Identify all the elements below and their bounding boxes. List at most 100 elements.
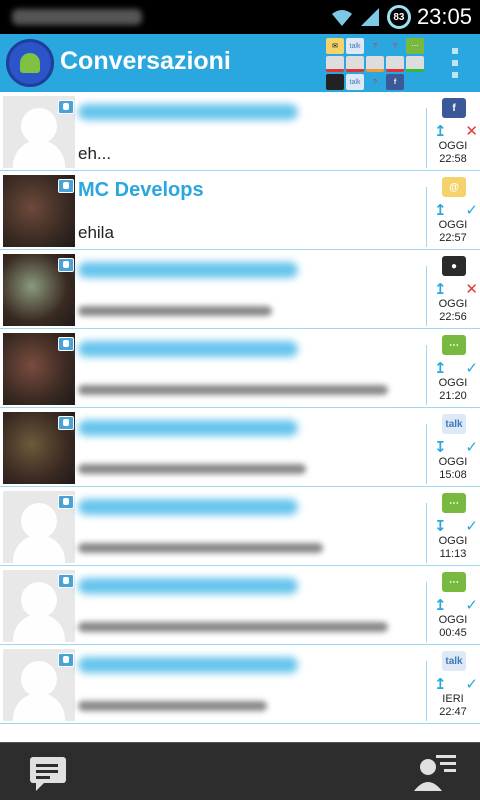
row-divider bbox=[426, 187, 427, 247]
contact-badge-icon bbox=[58, 495, 74, 509]
delivery-status: ↥ ✕ bbox=[434, 280, 478, 298]
contact-avatar[interactable] bbox=[3, 649, 75, 721]
conversation-row[interactable]: MC Develops ehila @ ↥ ✓ OGGI 22:57 bbox=[0, 171, 480, 250]
message-preview: eh... bbox=[78, 144, 112, 163]
contact-badge-icon bbox=[58, 100, 74, 114]
contact-badge-icon bbox=[58, 653, 74, 667]
filter-toggle-icon[interactable] bbox=[406, 56, 424, 72]
sent-arrow-icon: ↥ bbox=[434, 122, 447, 140]
timestamp: OGGI 15:08 bbox=[430, 456, 476, 482]
message-preview bbox=[78, 385, 388, 395]
contact-avatar[interactable] bbox=[3, 96, 75, 168]
talk-icon: talk bbox=[442, 414, 466, 434]
timestamp-time: 22:56 bbox=[439, 311, 467, 323]
android-logo-icon[interactable] bbox=[6, 39, 54, 87]
email-filter-icon[interactable]: ✉ bbox=[326, 38, 344, 54]
contact-badge-icon bbox=[58, 337, 74, 351]
timestamp-day: OGGI bbox=[438, 140, 468, 152]
check-icon: ✓ bbox=[465, 517, 478, 535]
filter-toggle-icon[interactable] bbox=[326, 56, 344, 72]
message-preview bbox=[78, 701, 267, 711]
delivery-status: ↥ ✓ bbox=[434, 359, 478, 377]
conversation-name bbox=[78, 262, 298, 278]
status-bar: 83 23:05 bbox=[0, 0, 480, 34]
new-message-button[interactable] bbox=[28, 753, 72, 791]
conversation-list[interactable]: eh... f ↥ ✕ OGGI 22:58 MC Develops ehila @ ↥ ✓ OGGI… bbox=[0, 92, 480, 742]
delivery-status: ↥ ✓ bbox=[434, 201, 478, 219]
battery-indicator: 83 bbox=[386, 5, 411, 29]
conversation-row[interactable]: ⋯ ↥ ✓ OGGI 00:45 bbox=[0, 566, 480, 645]
timestamp-time: 15:08 bbox=[439, 469, 467, 481]
sent-arrow-icon: ↥ bbox=[434, 359, 447, 377]
msn-icon: ● bbox=[442, 256, 466, 276]
contact-badge-icon bbox=[58, 258, 74, 272]
source-filter-grid[interactable]: ✉ talk ? ? ⋯ talk ? f bbox=[326, 38, 424, 90]
message-preview: ehila bbox=[78, 223, 114, 242]
sms-icon: ⋯ bbox=[442, 572, 466, 592]
conversation-row[interactable]: eh... f ↥ ✕ OGGI 22:58 bbox=[0, 92, 480, 171]
status-icons: 83 23:05 bbox=[331, 4, 472, 30]
sent-arrow-icon: ↥ bbox=[434, 201, 447, 219]
question-filter-icon[interactable]: ? bbox=[366, 74, 384, 90]
overflow-menu-icon[interactable] bbox=[452, 48, 458, 78]
message-preview bbox=[78, 306, 272, 316]
sms-icon: ⋯ bbox=[442, 493, 466, 513]
talk-icon: talk bbox=[442, 651, 466, 671]
contact-avatar[interactable] bbox=[3, 491, 75, 563]
received-arrow-icon: ↧ bbox=[434, 517, 447, 535]
contact-avatar[interactable] bbox=[3, 333, 75, 405]
conversation-name bbox=[78, 341, 298, 357]
sms-icon: ⋯ bbox=[442, 335, 466, 355]
timestamp-day: OGGI bbox=[438, 219, 468, 231]
message-preview bbox=[78, 543, 323, 553]
conversation-row[interactable]: ⋯ ↧ ✓ OGGI 11:13 bbox=[0, 487, 480, 566]
conversation-row[interactable]: talk ↧ ✓ OGGI 15:08 bbox=[0, 408, 480, 487]
check-icon: ✓ bbox=[465, 359, 478, 377]
notification-area bbox=[12, 9, 142, 25]
filter-toggle-icon[interactable] bbox=[346, 56, 364, 72]
contact-avatar[interactable] bbox=[3, 412, 75, 484]
contact-badge-icon bbox=[58, 179, 74, 193]
sms-filter-icon[interactable]: ⋯ bbox=[406, 38, 424, 54]
timestamp-day: OGGI bbox=[438, 456, 468, 468]
contacts-button[interactable] bbox=[414, 753, 458, 791]
conversation-name bbox=[78, 657, 298, 673]
timestamp-time: 22:47 bbox=[439, 706, 467, 718]
filter-toggle-icon[interactable] bbox=[386, 56, 404, 72]
delivery-status: ↧ ✓ bbox=[434, 438, 478, 456]
row-divider bbox=[426, 345, 427, 405]
timestamp-day: IERI bbox=[442, 693, 464, 705]
timestamp-day: OGGI bbox=[438, 614, 468, 626]
conversation-row[interactable]: ⋯ ↥ ✓ OGGI 21:20 bbox=[0, 329, 480, 408]
row-divider bbox=[426, 661, 427, 721]
contact-avatar[interactable] bbox=[3, 175, 75, 247]
timestamp-time: 11:13 bbox=[439, 548, 467, 560]
question-filter-icon[interactable]: ? bbox=[386, 38, 404, 54]
row-divider bbox=[426, 266, 427, 326]
page-title: Conversazioni bbox=[60, 47, 231, 75]
timestamp: OGGI 22:56 bbox=[430, 298, 476, 324]
timestamp: IERI 22:47 bbox=[430, 693, 476, 719]
contact-avatar[interactable] bbox=[3, 254, 75, 326]
conversation-name bbox=[78, 104, 298, 120]
timestamp-time: 22:57 bbox=[439, 232, 467, 244]
talk-filter-icon[interactable]: talk bbox=[346, 74, 364, 90]
clock: 23:05 bbox=[416, 4, 472, 29]
row-divider bbox=[426, 503, 427, 563]
conversation-row[interactable]: ● ↥ ✕ OGGI 22:56 bbox=[0, 250, 480, 329]
filter-toggle-icon[interactable] bbox=[366, 56, 384, 72]
timestamp: OGGI 00:45 bbox=[430, 614, 476, 640]
msn-filter-icon[interactable] bbox=[326, 74, 344, 90]
message-preview bbox=[78, 464, 306, 474]
delivery-status: ↥ ✓ bbox=[434, 596, 478, 614]
contact-avatar[interactable] bbox=[3, 570, 75, 642]
conversation-name bbox=[78, 499, 298, 515]
conversation-row[interactable]: talk ↥ ✓ IERI 22:47 bbox=[0, 645, 480, 724]
timestamp: OGGI 21:20 bbox=[430, 377, 476, 403]
facebook-filter-icon[interactable]: f bbox=[386, 74, 404, 90]
timestamp-time: 22:58 bbox=[439, 153, 467, 165]
check-icon: ✓ bbox=[465, 675, 478, 693]
question-filter-icon[interactable]: ? bbox=[366, 38, 384, 54]
contact-badge-icon bbox=[58, 574, 74, 588]
talk-filter-icon[interactable]: talk bbox=[346, 38, 364, 54]
